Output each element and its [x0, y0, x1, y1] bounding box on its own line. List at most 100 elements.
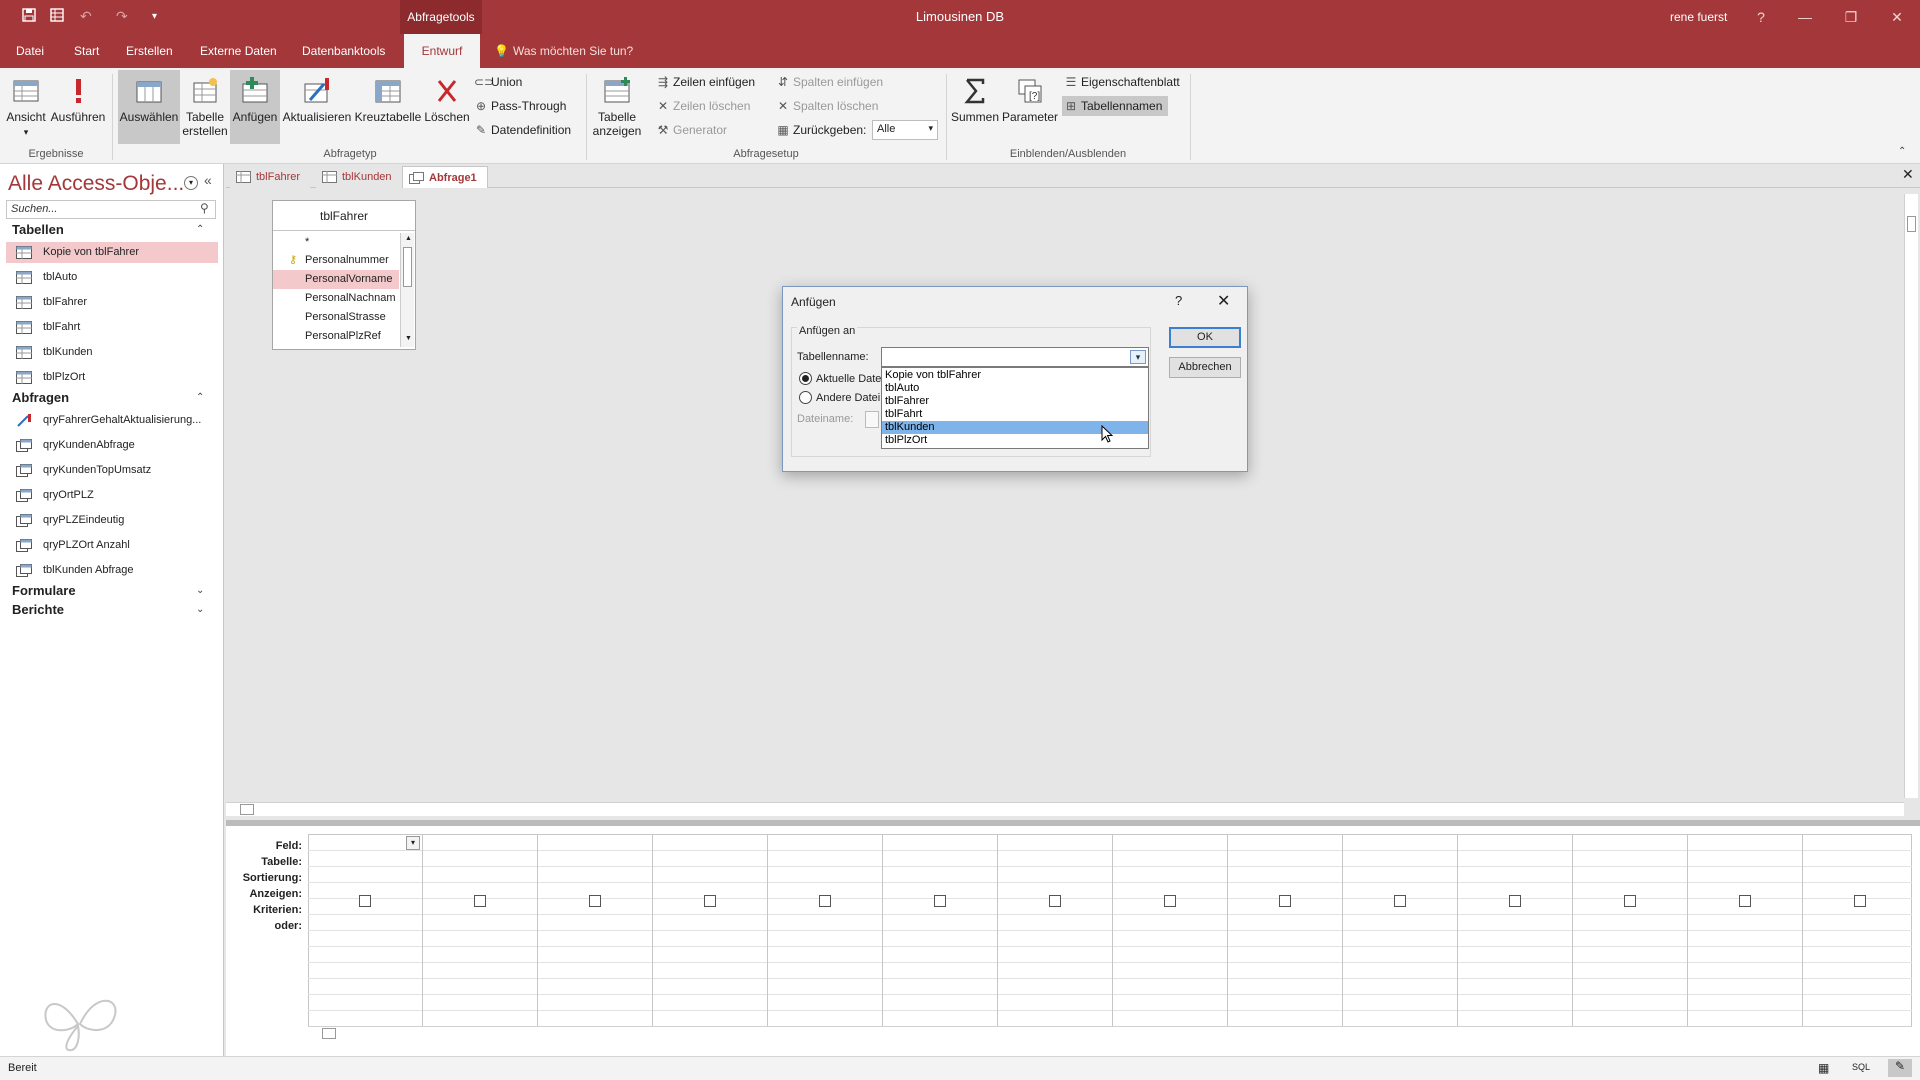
dropdown-option[interactable]: tblFahrer [882, 395, 1148, 408]
parameter-button[interactable]: [?] Parameter [1002, 70, 1058, 144]
expand-section-icon[interactable]: ⌄ [196, 604, 204, 615]
scroll-up-icon[interactable]: ▲ [405, 235, 412, 242]
doc-tab-tblfahrer[interactable]: tblFahrer [230, 166, 311, 188]
collapse-section-icon[interactable]: ⌃ [196, 392, 204, 403]
tab-entwurf[interactable]: Entwurf [404, 34, 480, 68]
field-dropdown-icon[interactable]: ▾ [406, 836, 420, 850]
section-formulare[interactable]: Formulare [12, 583, 76, 598]
grid-column[interactable] [537, 834, 652, 1034]
design-view-icon[interactable]: ✎ [1888, 1059, 1912, 1077]
zeilen-loeschen-button[interactable]: ✕ Zeilen löschen [656, 99, 750, 113]
show-checkbox[interactable] [1624, 895, 1636, 907]
tab-start[interactable]: Start [64, 34, 109, 68]
dropdown-option[interactable]: Kopie von tblFahrer [882, 369, 1148, 382]
expand-section-icon[interactable]: ⌄ [196, 585, 204, 596]
collapse-pane-icon[interactable]: « [204, 172, 212, 188]
horizontal-scrollbar[interactable] [226, 802, 1904, 816]
show-checkbox[interactable] [1279, 895, 1291, 907]
section-abfragen[interactable]: Abfragen [12, 390, 69, 405]
grid-column[interactable] [422, 834, 537, 1034]
show-checkbox[interactable] [359, 895, 371, 907]
dialog-close-button[interactable]: ✕ [1217, 291, 1230, 311]
nav-item-table[interactable]: tblPlzOrt [6, 367, 218, 388]
field-list-title[interactable]: tblFahrer [273, 201, 415, 231]
show-checkbox[interactable] [934, 895, 946, 907]
grid-column[interactable] [1687, 834, 1802, 1034]
nav-item-query[interactable]: qryOrtPLZ [6, 485, 218, 506]
show-checkbox[interactable] [1854, 895, 1866, 907]
anfuegen-button[interactable]: Anfügen [230, 70, 280, 144]
aktualisieren-button[interactable]: Aktualisieren [282, 70, 352, 144]
ok-button[interactable]: OK [1169, 327, 1241, 348]
dateiname-input[interactable] [865, 411, 879, 428]
scrollbar-thumb[interactable] [322, 1028, 336, 1039]
show-checkbox[interactable] [1394, 895, 1406, 907]
scrollbar-thumb[interactable] [1907, 216, 1916, 232]
nav-item-table[interactable]: tblKunden [6, 342, 218, 363]
eigenschaftenblatt-button[interactable]: ☰ Eigenschaftenblatt [1064, 75, 1180, 89]
field-list-tblfahrer[interactable]: tblFahrer * ⚷ Personalnummer PersonalVorn… [272, 200, 416, 350]
grid-horizontal-scrollbar[interactable] [308, 1026, 1912, 1040]
show-checkbox[interactable] [1509, 895, 1521, 907]
ausfuehren-button[interactable]: Ausführen [50, 70, 106, 144]
doc-tab-tblkunden[interactable]: tblKunden [316, 166, 402, 188]
show-checkbox[interactable] [1164, 895, 1176, 907]
redo-icon[interactable]: ↷ [116, 8, 128, 25]
ansicht-button[interactable]: Ansicht ▾ [4, 70, 48, 144]
grid-column[interactable] [1802, 834, 1917, 1034]
undo-icon[interactable]: ↶ [80, 8, 92, 25]
tab-externe-daten[interactable]: Externe Daten [190, 34, 287, 68]
close-document-icon[interactable]: ✕ [1902, 166, 1914, 183]
nav-item-query[interactable]: qryKundenTopUmsatz [6, 460, 218, 481]
sql-view-button[interactable]: SQL [1852, 1062, 1870, 1072]
nav-item-table[interactable]: Kopie von tblFahrer [6, 242, 218, 263]
show-checkbox[interactable] [704, 895, 716, 907]
loeschen-button[interactable]: Löschen [424, 70, 470, 144]
kreuztabelle-button[interactable]: Kreuztabelle [354, 70, 422, 144]
customize-quick-access-icon[interactable]: ▾ [152, 11, 157, 22]
grid-column[interactable] [1572, 834, 1687, 1034]
chevron-down-icon[interactable]: ▾ [1130, 350, 1146, 364]
field-item[interactable]: PersonalVorname [273, 270, 399, 289]
spalten-loeschen-button[interactable]: ✕ Spalten löschen [776, 99, 878, 113]
save-icon[interactable] [22, 8, 36, 25]
field-list-scrollbar[interactable]: ▲ ▼ [400, 233, 414, 347]
restore-button[interactable]: ❐ [1828, 0, 1874, 34]
tab-erstellen[interactable]: Erstellen [116, 34, 183, 68]
grid-column[interactable] [1112, 834, 1227, 1034]
andere-datenbank-radio[interactable] [799, 391, 812, 404]
section-tabellen[interactable]: Tabellen [12, 222, 64, 237]
minimize-button[interactable]: — [1782, 0, 1828, 34]
datasheet-view-icon[interactable]: ▦ [1818, 1061, 1829, 1075]
datendefinition-button[interactable]: ✎ Datendefinition [474, 123, 571, 137]
grid-column[interactable] [1457, 834, 1572, 1034]
section-berichte[interactable]: Berichte [12, 602, 64, 617]
show-checkbox[interactable] [819, 895, 831, 907]
tabellenname-combobox[interactable]: ▾ [881, 347, 1149, 367]
show-checkbox[interactable] [1739, 895, 1751, 907]
collapse-ribbon-icon[interactable]: ⌃ [1898, 146, 1906, 157]
grid-column[interactable] [767, 834, 882, 1034]
spalten-einfuegen-button[interactable]: ⇵ Spalten einfügen [776, 75, 883, 89]
search-icon[interactable]: ⚲ [200, 201, 209, 215]
table-icon[interactable] [50, 8, 64, 25]
grid-column[interactable] [1342, 834, 1457, 1034]
collapse-section-icon[interactable]: ⌃ [196, 224, 204, 235]
dropdown-option[interactable]: tblFahrt [882, 408, 1148, 421]
nav-item-table[interactable]: tblFahrt [6, 317, 218, 338]
close-button[interactable]: ✕ [1874, 0, 1920, 34]
aktuelle-datenbank-radio[interactable] [799, 372, 812, 385]
grid-column[interactable] [997, 834, 1112, 1034]
zeilen-einfuegen-button[interactable]: ⇶ Zeilen einfügen [656, 75, 755, 89]
grid-column[interactable] [1227, 834, 1342, 1034]
zurueckgeben-dropdown[interactable]: Alle ▾ [872, 120, 938, 140]
nav-item-query[interactable]: qryKundenAbfrage [6, 435, 218, 456]
nav-title[interactable]: Alle Access-Obje... [8, 172, 184, 196]
nav-item-table[interactable]: tblAuto [6, 267, 218, 288]
show-checkbox[interactable] [1049, 895, 1061, 907]
field-item[interactable]: PersonalPlzRef [273, 327, 399, 346]
pass-through-button[interactable]: ⊕ Pass-Through [474, 99, 566, 113]
tabelle-erstellen-button[interactable]: Tabelle erstellen [182, 70, 228, 144]
scrollbar-thumb[interactable] [403, 247, 412, 287]
show-checkbox[interactable] [474, 895, 486, 907]
